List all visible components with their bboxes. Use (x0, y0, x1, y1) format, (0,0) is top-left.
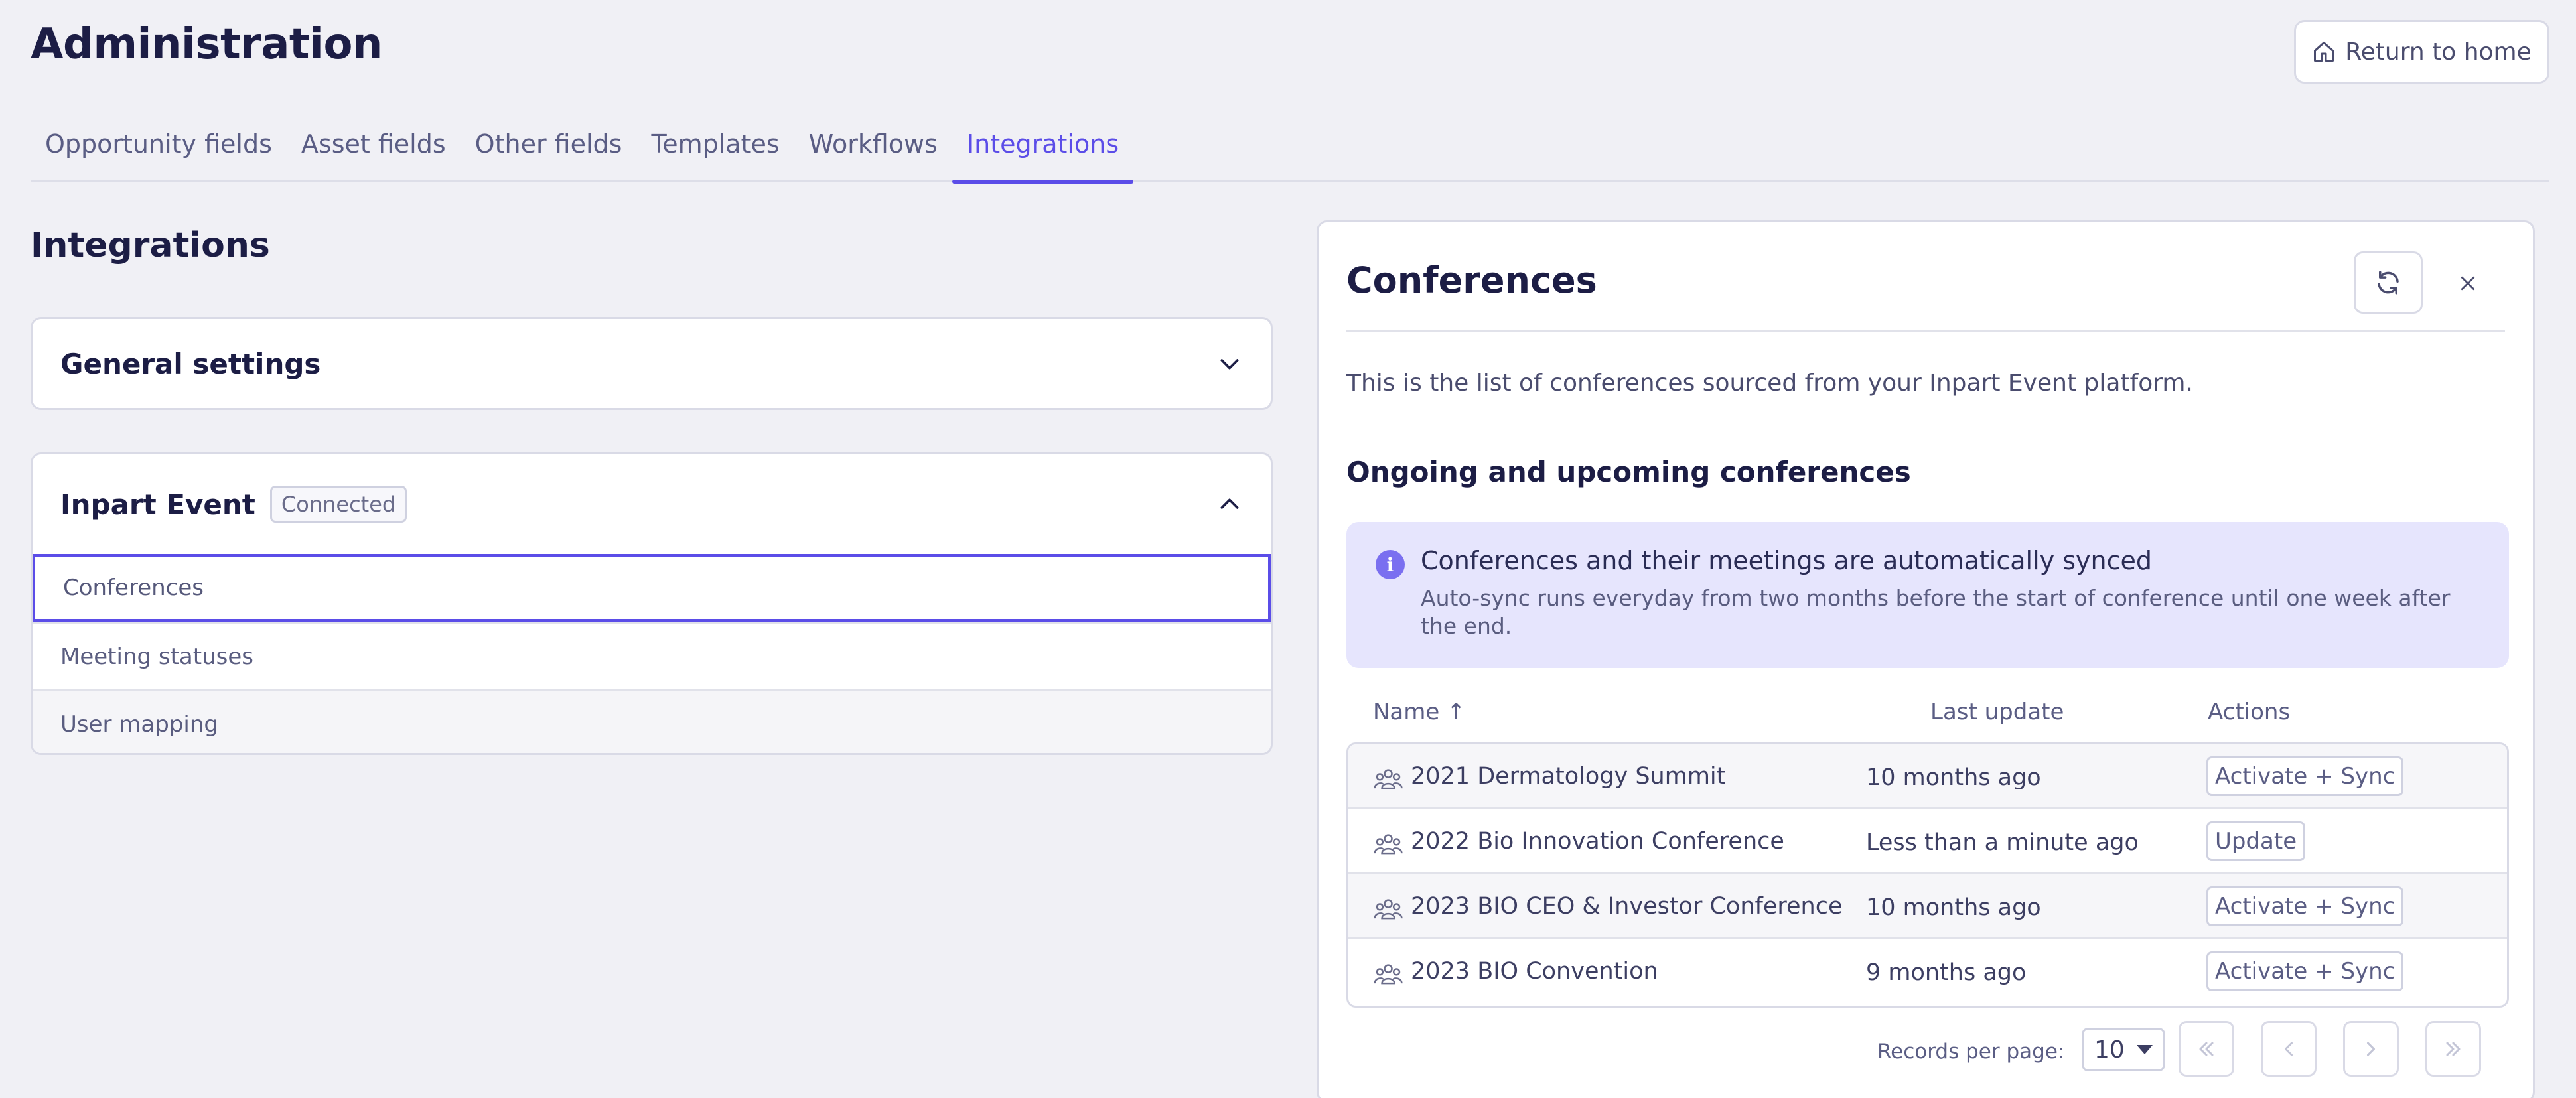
activate-sync-button[interactable]: Activate + Sync (2206, 951, 2404, 991)
double-chevron-right-icon (2446, 1042, 2461, 1056)
next-page-button[interactable] (2343, 1021, 2399, 1077)
first-page-button[interactable] (2179, 1021, 2234, 1077)
conference-name: 2022 Bio Innovation Conference (1411, 828, 1784, 855)
table-row: 2021 Dermatology Summit 10 months ago Ac… (1348, 744, 2507, 809)
activate-sync-button[interactable]: Activate + Sync (2206, 886, 2404, 926)
last-page-button[interactable] (2425, 1021, 2481, 1077)
table-row: 2023 BIO Convention 9 months ago Activat… (1348, 939, 2507, 1004)
inpart-event-title: Inpart Event (60, 488, 255, 521)
conferences-table: 2021 Dermatology Summit 10 months ago Ac… (1346, 742, 2509, 1008)
activate-sync-button[interactable]: Activate + Sync (2206, 756, 2404, 796)
update-button[interactable]: Update (2206, 821, 2306, 861)
info-text: Auto-sync runs everyday from two months … (1421, 585, 2451, 639)
conference-last-update: 9 months ago (1866, 959, 2027, 986)
inpart-item-user-mapping[interactable]: User mapping (33, 689, 1271, 753)
conference-last-update: 10 months ago (1866, 764, 2041, 791)
records-per-page-label: Records per page: (1877, 1040, 2065, 1064)
inpart-item-meeting-statuses[interactable]: Meeting statuses (33, 622, 1271, 689)
conference-name: 2023 BIO CEO & Investor Conference (1411, 893, 1843, 920)
conference-last-update: 10 months ago (1866, 894, 2041, 921)
inpart-event-header[interactable]: Inpart Event Connected (33, 454, 1271, 554)
people-group-icon (1374, 964, 1403, 985)
column-header-last-update[interactable]: Last update (1930, 699, 2064, 725)
page-title: Administration (31, 20, 382, 69)
previous-page-button[interactable] (2261, 1021, 2317, 1077)
general-settings-header[interactable]: General settings (33, 319, 1271, 408)
column-header-name[interactable]: Name ↑ (1373, 699, 1466, 725)
refresh-icon (2378, 271, 2399, 295)
chevron-down-icon (1220, 359, 1239, 370)
chevron-up-icon (1220, 498, 1239, 509)
people-group-icon (1374, 769, 1403, 789)
table-row: 2022 Bio Innovation Conference Less than… (1348, 809, 2507, 874)
people-group-icon (1374, 834, 1403, 855)
general-settings-card: General settings (31, 317, 1273, 410)
people-group-icon (1374, 899, 1403, 920)
panel-title: Conferences (1346, 259, 1597, 301)
inpart-item-conferences[interactable]: Conferences (33, 554, 1271, 622)
close-icon (2461, 276, 2475, 291)
tab-other-fields[interactable]: Other fields (461, 121, 637, 182)
records-per-page-value: 10 (2094, 1036, 2125, 1064)
chevron-left-icon (2285, 1042, 2293, 1056)
home-icon (2314, 42, 2334, 62)
close-panel-button[interactable] (2447, 262, 2489, 305)
table-row: 2023 BIO CEO & Investor Conference 10 mo… (1348, 874, 2507, 939)
general-settings-title: General settings (60, 347, 321, 380)
tab-integrations[interactable]: Integrations (952, 121, 1134, 184)
tab-workflows[interactable]: Workflows (794, 121, 952, 182)
panel-divider (1346, 330, 2505, 332)
info-icon: i (1376, 550, 1405, 579)
return-to-home-label: Return to home (2345, 38, 2532, 66)
conferences-panel: Conferences This is the list of conferen… (1317, 220, 2535, 1098)
tab-asset-fields[interactable]: Asset fields (287, 121, 461, 182)
panel-description: This is the list of conferences sourced … (1346, 370, 2193, 397)
auto-sync-info-box: i Conferences and their meetings are aut… (1346, 522, 2509, 668)
refresh-button[interactable] (2354, 251, 2423, 314)
double-chevron-left-icon (2199, 1042, 2214, 1056)
section-title: Integrations (31, 226, 270, 265)
column-header-actions: Actions (2208, 699, 2291, 725)
info-title: Conferences and their meetings are autom… (1421, 546, 2152, 575)
conference-name: 2021 Dermatology Summit (1411, 763, 1726, 789)
caret-down-icon (2137, 1045, 2153, 1054)
admin-tabs: Opportunity fields Asset fields Other fi… (31, 121, 2549, 184)
tab-templates[interactable]: Templates (636, 121, 794, 182)
inpart-event-card: Inpart Event Connected Conferences Meeti… (31, 452, 1273, 755)
conference-last-update: Less than a minute ago (1866, 829, 2139, 856)
tab-opportunity-fields[interactable]: Opportunity fields (31, 121, 287, 182)
records-per-page-select[interactable]: 10 (2082, 1028, 2165, 1071)
return-to-home-button[interactable]: Return to home (2294, 20, 2549, 84)
conference-name: 2023 BIO Convention (1411, 958, 1658, 985)
panel-subtitle: Ongoing and upcoming conferences (1346, 456, 1911, 488)
connected-badge: Connected (269, 486, 407, 523)
chevron-right-icon (2367, 1042, 2375, 1056)
